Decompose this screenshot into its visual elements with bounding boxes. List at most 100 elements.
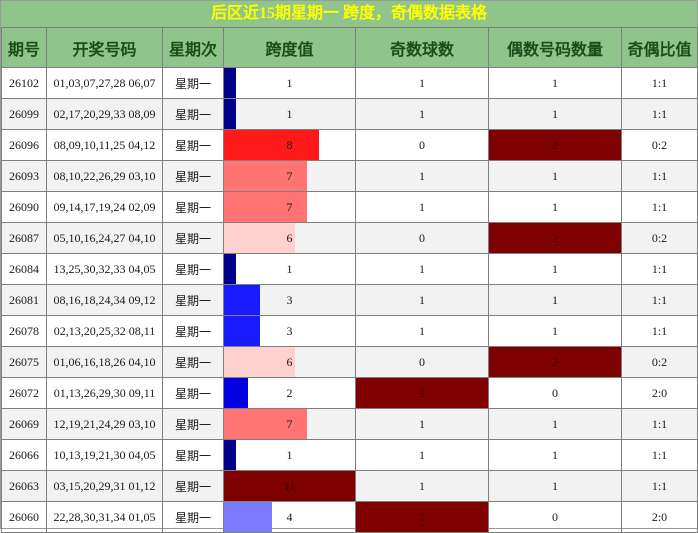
span-cell: 1 — [223, 439, 356, 471]
even-count-cell-value: 1 — [552, 416, 558, 431]
odd-count-cell: 0 — [355, 129, 489, 161]
table-row: 26084 13,25,30,32,33 04,05 星期一 1 1 1 1:1 — [1, 253, 698, 285]
numbers-cell: 22,28,30,31,34 01,05 — [46, 501, 163, 533]
odd-count-cell: 1 — [355, 315, 489, 347]
odd-count-cell: 2 — [355, 377, 489, 409]
ratio-cell: 0:2 — [621, 129, 698, 161]
weekday-cell: 星期一 — [162, 346, 224, 378]
ratio-cell: 1:1 — [621, 470, 698, 502]
weekday-cell: 星期一 — [162, 191, 224, 223]
numbers-cell: 05,10,16,24,27 04,10 — [46, 222, 163, 254]
issue-cell: 26090 — [1, 191, 47, 223]
even-count-cell-value: 1 — [552, 478, 558, 493]
ratio-cell: 0:2 — [621, 346, 698, 378]
odd-count-cell-value: 1 — [419, 447, 425, 462]
numbers-cell: 09,14,17,19,24 02,09 — [46, 191, 163, 223]
span-cell-bar — [224, 99, 236, 129]
numbers-cell: 01,03,07,27,28 06,07 — [46, 67, 163, 99]
issue-cell: 26087 — [1, 222, 47, 254]
odd-count-cell-value: 1 — [419, 106, 425, 121]
span-cell: 3 — [223, 315, 356, 347]
ratio-cell: 0:2 — [621, 222, 698, 254]
even-count-cell: 2 — [488, 222, 622, 254]
odd-count-cell-value: 1 — [419, 416, 425, 431]
numbers-cell: 01,06,16,18,26 04,10 — [46, 346, 163, 378]
span-cell-value: 11 — [283, 478, 296, 493]
even-count-cell: 1 — [488, 98, 622, 130]
table-row: 26090 09,14,17,19,24 02,09 星期一 7 1 1 1:1 — [1, 191, 698, 223]
ratio-cell: 1:1 — [621, 439, 698, 471]
numbers-cell: 13,25,30,32,33 04,05 — [46, 253, 163, 285]
span-cell: 1 — [223, 98, 356, 130]
numbers-cell: 08,10,22,26,29 03,10 — [46, 160, 163, 192]
span-cell-bar — [224, 347, 296, 377]
even-count-cell: 2 — [488, 129, 622, 161]
odd-count-cell: 1 — [355, 67, 489, 99]
even-count-cell-value: 1 — [552, 323, 558, 338]
table-row: 26072 01,13,26,29,30 09,11 星期一 2 2 0 2:0 — [1, 377, 698, 409]
issue-cell: 26081 — [1, 284, 47, 316]
span-cell: 1 — [223, 253, 356, 285]
span-cell-value: 2 — [286, 385, 293, 400]
span-cell: 3 — [223, 284, 356, 316]
even-count-cell-value: 1 — [552, 292, 558, 307]
issue-cell: 26072 — [1, 377, 47, 409]
weekday-cell: 星期一 — [162, 98, 224, 130]
odd-count-cell-value: 2 — [419, 509, 425, 524]
issue-cell: 26075 — [1, 346, 47, 378]
table-row: 26102 01,03,07,27,28 06,07 星期一 1 1 1 1:1 — [1, 67, 698, 99]
even-count-cell-value: 1 — [552, 199, 558, 214]
ratio-cell: 1:1 — [621, 191, 698, 223]
span-cell: 4 — [223, 501, 356, 533]
span-cell: 7 — [223, 191, 356, 223]
odd-count-cell-value: 1 — [419, 478, 425, 493]
odd-count-cell: 1 — [355, 160, 489, 192]
numbers-cell: 10,13,19,21,30 04,05 — [46, 439, 163, 471]
weekday-cell: 星期一 — [162, 439, 224, 471]
odd-count-cell: 1 — [355, 253, 489, 285]
span-cell-value: 3 — [286, 292, 293, 307]
weekday-cell: 星期一 — [162, 253, 224, 285]
issue-cell: 26063 — [1, 470, 47, 502]
even-count-cell-value: 2 — [552, 230, 558, 245]
header-row: 期号 开奖号码 星期次 跨度值 奇数球数 偶数号码数量 奇偶比值 — [1, 27, 698, 68]
table-row: 26078 02,13,20,25,32 08,11 星期一 3 1 1 1:1 — [1, 315, 698, 347]
odd-count-cell-value: 2 — [419, 385, 425, 400]
table-body: 26102 01,03,07,27,28 06,07 星期一 1 1 1 1:1 26099 0… — [1, 67, 698, 533]
numbers-cell: 08,16,18,24,34 09,12 — [46, 284, 163, 316]
span-cell-bar — [224, 285, 260, 315]
table-row: 26075 01,06,16,18,26 04,10 星期一 6 0 2 0:2 — [1, 346, 698, 378]
even-count-cell: 2 — [488, 346, 622, 378]
issue-cell: 26096 — [1, 129, 47, 161]
weekday-cell: 星期一 — [162, 470, 224, 502]
issue-cell: 26069 — [1, 408, 47, 440]
odd-count-cell: 1 — [355, 470, 489, 502]
table-row: 26096 08,09,10,11,25 04,12 星期一 8 0 2 0:2 — [1, 129, 698, 161]
ratio-cell: 1:1 — [621, 67, 698, 99]
table-row: 26087 05,10,16,24,27 04,10 星期一 6 0 2 0:2 — [1, 222, 698, 254]
span-cell-value: 8 — [286, 137, 293, 152]
issue-cell: 26060 — [1, 501, 47, 533]
header-odd-count: 奇数球数 — [355, 27, 489, 68]
even-count-cell-value: 1 — [552, 447, 558, 462]
issue-cell: 26102 — [1, 67, 47, 99]
even-count-cell: 1 — [488, 253, 622, 285]
odd-count-cell-value: 1 — [419, 75, 425, 90]
span-cell-value: 7 — [286, 168, 293, 183]
issue-cell: 26066 — [1, 439, 47, 471]
table-row: 26093 08,10,22,26,29 03,10 星期一 7 1 1 1:1 — [1, 160, 698, 192]
even-count-cell: 1 — [488, 191, 622, 223]
odd-count-cell-value: 1 — [419, 199, 425, 214]
even-count-cell-value: 2 — [552, 354, 558, 369]
odd-count-cell: 1 — [355, 408, 489, 440]
table-row: 26099 02,17,20,29,33 08,09 星期一 1 1 1 1:1 — [1, 98, 698, 130]
table-row: 26063 03,15,20,29,31 01,12 星期一 11 1 1 1:1 — [1, 470, 698, 502]
even-count-cell-value: 0 — [552, 385, 558, 400]
header-ratio: 奇偶比值 — [621, 27, 698, 68]
table-row: 26060 22,28,30,31,34 01,05 星期一 4 2 0 2:0 — [1, 501, 698, 533]
odd-count-cell-value: 1 — [419, 261, 425, 276]
span-cell-value: 1 — [286, 75, 293, 90]
span-cell-bar — [224, 130, 320, 160]
ratio-cell: 1:1 — [621, 160, 698, 192]
weekday-cell: 星期一 — [162, 284, 224, 316]
